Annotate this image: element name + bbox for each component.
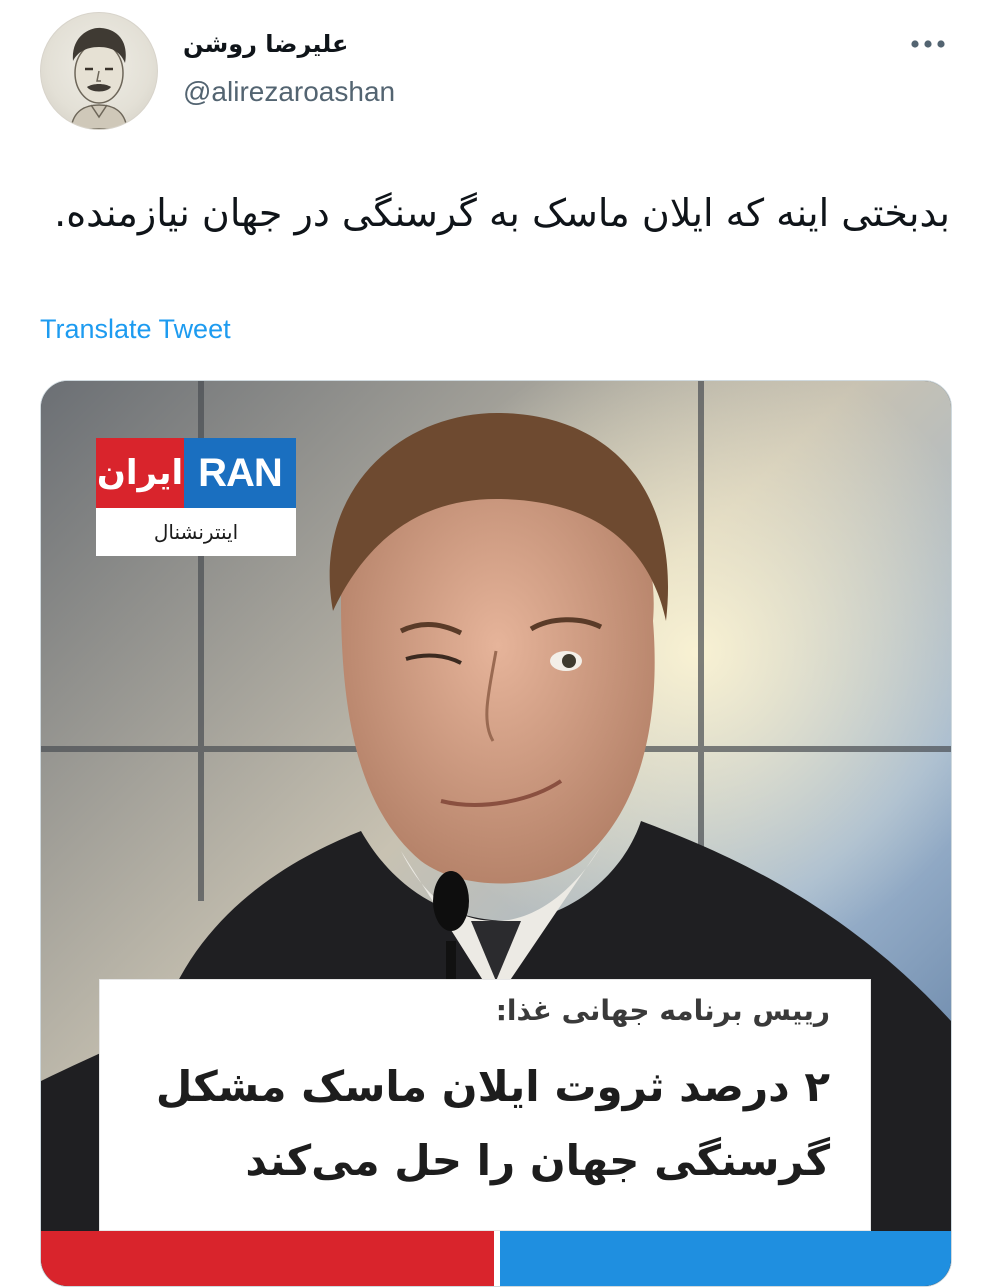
tweet-text: بدبختی اینه که ایلان ماسک به گرسنگی در ج… [54,191,950,235]
logo-persian-word: ایران [96,438,184,508]
more-horizontal-icon [911,40,945,48]
logo-subtitle: اینترنشنال [96,508,296,556]
more-options-button[interactable] [906,26,950,62]
iran-international-logo: ایران RAN اینترنشنال [96,438,296,558]
news-caption-box: رییس برنامه جهانی غذا: ۲ درصد ثروت ایلان… [99,979,871,1231]
display-name[interactable]: علیرضا روشن [183,30,363,58]
translate-tweet-link[interactable]: Translate Tweet [40,314,231,345]
bottom-bar-red [41,1231,496,1286]
user-handle[interactable]: @alirezaroashan [183,76,395,108]
display-name-text: علیرضا روشن [183,30,349,58]
avatar-portrait-image [70,27,128,129]
caption-headline: ۲ درصد ثروت ایلان ماسک مشکل گرسنگی جهان … [155,1062,830,1185]
bottom-bar-blue [496,1231,951,1286]
logo-latin-word: RAN [184,438,296,508]
caption-kicker: رییس برنامه جهانی غذا: [495,994,830,1027]
tweet-media-image[interactable]: ایران RAN اینترنشنال رییس برنامه جهانی غ… [40,380,952,1287]
avatar[interactable] [40,12,158,130]
bottom-bar-divider [494,1231,500,1286]
